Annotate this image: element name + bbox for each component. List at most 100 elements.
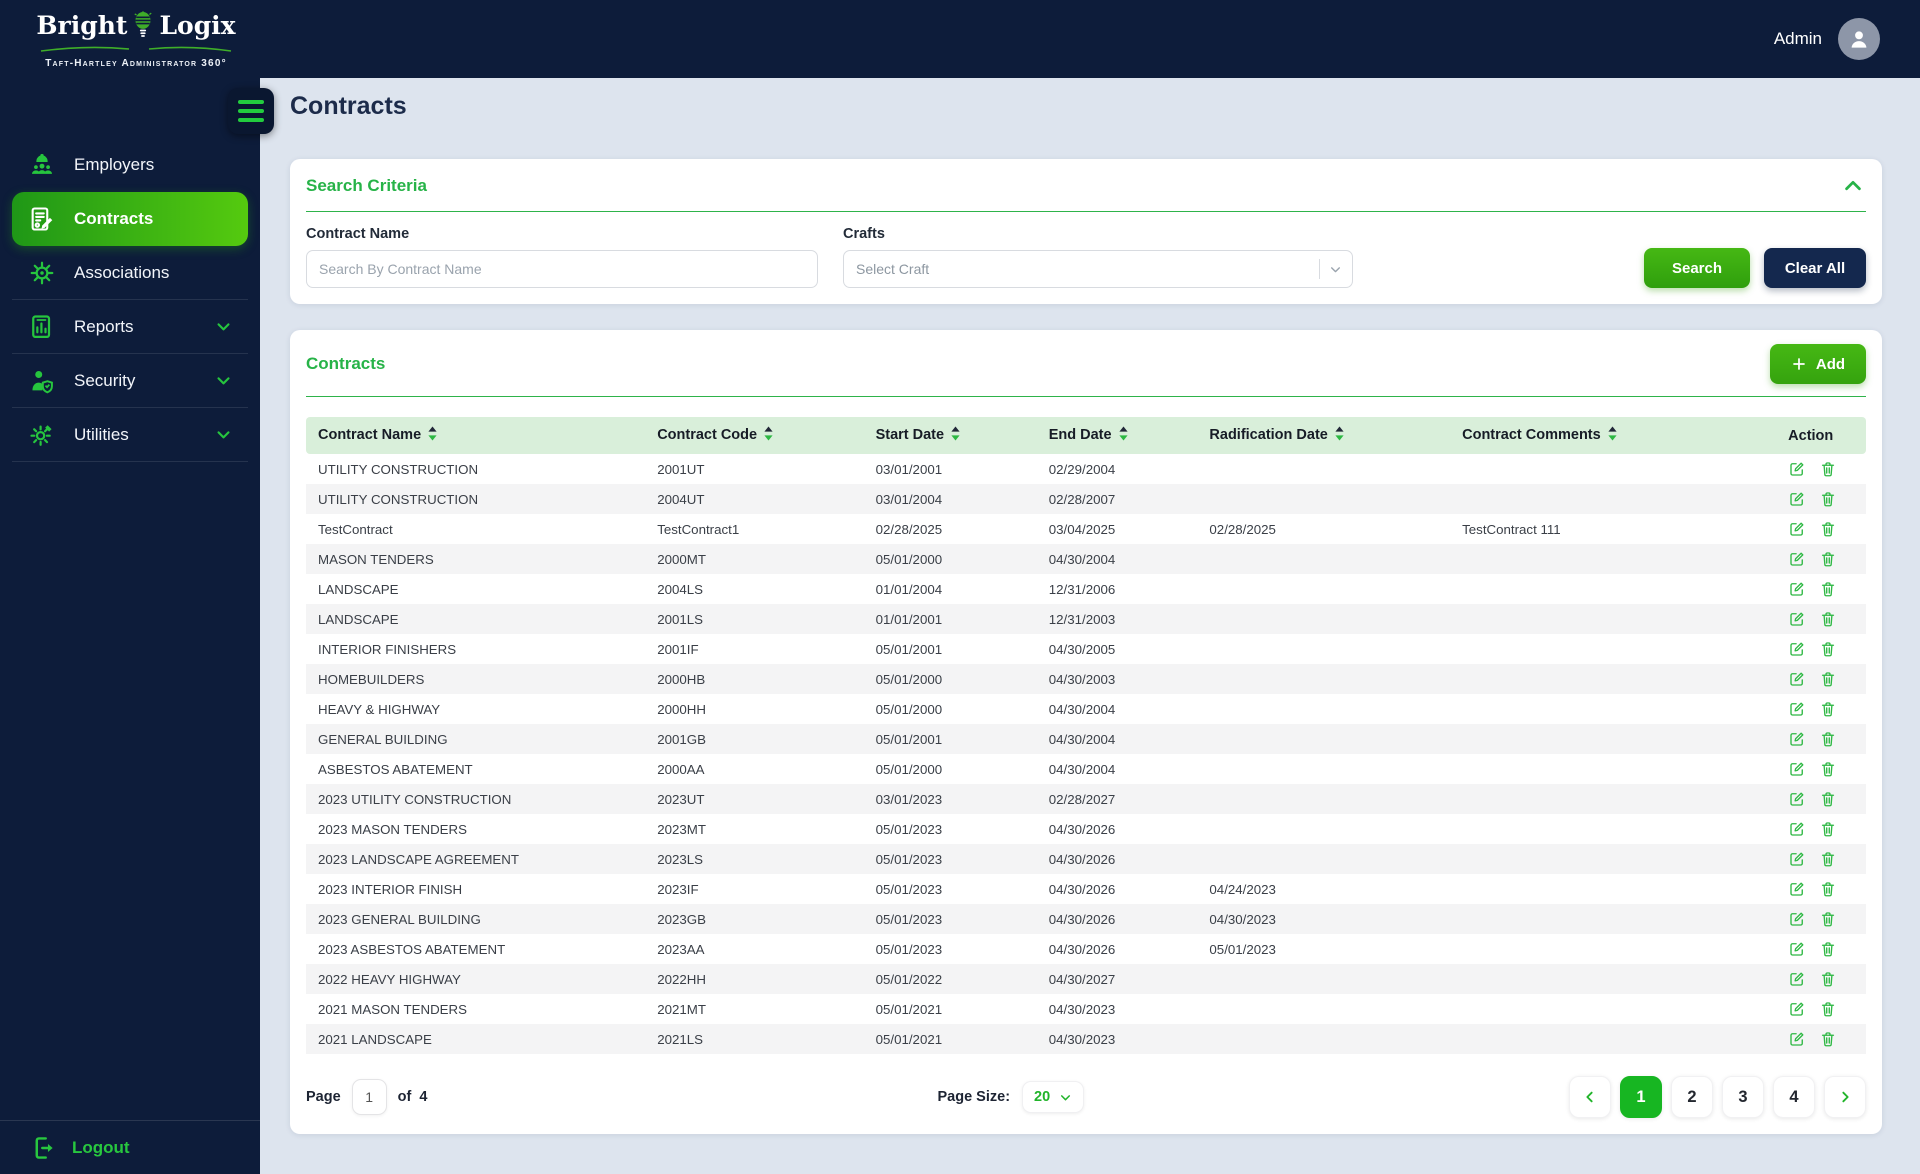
- collapse-panel-button[interactable]: [1840, 173, 1866, 199]
- edit-button[interactable]: [1788, 460, 1806, 478]
- edit-button[interactable]: [1788, 550, 1806, 568]
- delete-button[interactable]: [1819, 550, 1837, 568]
- cell-contract-name: HEAVY & HIGHWAY: [318, 701, 441, 717]
- clear-all-button[interactable]: Clear All: [1764, 248, 1866, 288]
- contract-name-input[interactable]: [306, 250, 818, 288]
- edit-button[interactable]: [1788, 970, 1806, 988]
- edit-button[interactable]: [1788, 700, 1806, 718]
- employers-icon: [28, 151, 56, 179]
- page-label: Page: [306, 1089, 341, 1105]
- edit-button[interactable]: [1788, 610, 1806, 628]
- sidebar-item-utilities[interactable]: Utilities: [12, 408, 248, 462]
- sidebar-item-reports[interactable]: Reports: [12, 300, 248, 354]
- delete-button[interactable]: [1819, 520, 1837, 538]
- edit-button[interactable]: [1788, 520, 1806, 538]
- delete-button[interactable]: [1819, 490, 1837, 508]
- sidebar-item-label: Security: [74, 370, 136, 390]
- sidebar-item-security[interactable]: Security: [12, 354, 248, 408]
- edit-button[interactable]: [1788, 820, 1806, 838]
- chevron-down-icon: [1329, 263, 1342, 276]
- column-header-contract-comments[interactable]: Contract Comments: [1454, 417, 1781, 454]
- edit-button[interactable]: [1788, 580, 1806, 598]
- user-menu[interactable]: Admin: [1774, 18, 1880, 60]
- page-button-4[interactable]: 4: [1773, 1076, 1815, 1118]
- avatar[interactable]: [1838, 18, 1880, 60]
- edit-button[interactable]: [1788, 1000, 1806, 1018]
- delete-button[interactable]: [1819, 850, 1837, 868]
- sidebar-item-label: Reports: [74, 316, 134, 336]
- current-page-input[interactable]: [351, 1079, 387, 1115]
- cell-contract-comments: [1454, 844, 1780, 874]
- cell-radification-date: [1201, 994, 1454, 1024]
- table-row: 2023 INTERIOR FINISH 2023IF 05/01/2023 04/3…: [306, 874, 1866, 904]
- column-header-radification-date[interactable]: Radification Date: [1201, 417, 1455, 454]
- delete-button[interactable]: [1819, 1030, 1837, 1048]
- logout-button[interactable]: Logout: [0, 1120, 260, 1174]
- main-content: Contracts Search Criteria Contract Name …: [260, 78, 1920, 1174]
- column-header-contract-code[interactable]: Contract Code: [649, 417, 868, 454]
- cell-contract-name: 2023 ASBESTOS ABATEMENT: [318, 941, 506, 957]
- delete-button[interactable]: [1819, 700, 1837, 718]
- crafts-select[interactable]: Select Craft: [843, 250, 1353, 288]
- cell-start-date: 01/01/2004: [875, 581, 943, 597]
- delete-button[interactable]: [1819, 790, 1837, 808]
- delete-button[interactable]: [1819, 670, 1837, 688]
- delete-button[interactable]: [1819, 970, 1837, 988]
- delete-button[interactable]: [1819, 610, 1837, 628]
- delete-button[interactable]: [1819, 880, 1837, 898]
- trash-icon: [1819, 910, 1837, 928]
- cell-end-date: 12/31/2006: [1048, 581, 1116, 597]
- edit-button[interactable]: [1788, 670, 1806, 688]
- page-button-2[interactable]: 2: [1671, 1076, 1713, 1118]
- edit-button[interactable]: [1788, 790, 1806, 808]
- edit-button[interactable]: [1788, 940, 1806, 958]
- edit-button[interactable]: [1788, 880, 1806, 898]
- brand-underline: [36, 39, 236, 57]
- edit-button[interactable]: [1788, 1030, 1806, 1048]
- hamburger-menu-button[interactable]: [228, 88, 274, 134]
- next-page-button[interactable]: [1824, 1076, 1866, 1118]
- page-button-1[interactable]: 1: [1620, 1076, 1662, 1118]
- trash-icon: [1819, 460, 1837, 478]
- cell-end-date: 02/28/2007: [1048, 491, 1116, 507]
- logout-icon: [30, 1134, 58, 1162]
- edit-button[interactable]: [1788, 730, 1806, 748]
- cell-contract-name: 2023 MASON TENDERS: [318, 821, 468, 837]
- column-header-contract-name[interactable]: Contract Name: [306, 417, 650, 454]
- delete-button[interactable]: [1819, 910, 1837, 928]
- chevron-down-icon: [215, 372, 232, 389]
- column-header-end-date[interactable]: End Date: [1040, 417, 1202, 454]
- delete-button[interactable]: [1819, 580, 1837, 598]
- delete-button[interactable]: [1819, 940, 1837, 958]
- delete-button[interactable]: [1819, 760, 1837, 778]
- delete-button[interactable]: [1819, 640, 1837, 658]
- delete-button[interactable]: [1819, 460, 1837, 478]
- edit-button[interactable]: [1788, 490, 1806, 508]
- table-row: INTERIOR FINISHERS 2001IF 05/01/2001 04/30/…: [306, 634, 1866, 664]
- edit-button[interactable]: [1788, 910, 1806, 928]
- column-header-start-date[interactable]: Start Date: [867, 417, 1041, 454]
- edit-button[interactable]: [1788, 760, 1806, 778]
- edit-icon: [1788, 820, 1806, 838]
- action-cell: [1780, 604, 1866, 634]
- sidebar-item-employers[interactable]: Employers: [12, 138, 248, 192]
- delete-button[interactable]: [1819, 1000, 1837, 1018]
- cell-contract-name: 2021 LANDSCAPE: [318, 1031, 432, 1047]
- page-size-select[interactable]: 20: [1022, 1081, 1085, 1113]
- delete-button[interactable]: [1819, 820, 1837, 838]
- add-button[interactable]: Add: [1770, 344, 1866, 384]
- crafts-label: Crafts: [843, 226, 885, 242]
- search-button[interactable]: Search: [1644, 248, 1750, 288]
- page-button-3[interactable]: 3: [1722, 1076, 1764, 1118]
- cell-contract-comments: [1454, 574, 1780, 604]
- previous-page-button[interactable]: [1569, 1076, 1611, 1118]
- edit-button[interactable]: [1788, 850, 1806, 868]
- cell-start-date: 05/01/2001: [875, 731, 943, 747]
- sidebar-item-associations[interactable]: Associations: [12, 246, 248, 300]
- contracts-title: Contracts: [306, 354, 386, 373]
- sidebar-item-contracts[interactable]: Contracts: [12, 192, 248, 246]
- cell-end-date: 04/30/2003: [1048, 671, 1116, 687]
- delete-button[interactable]: [1819, 730, 1837, 748]
- edit-icon: [1788, 550, 1806, 568]
- edit-button[interactable]: [1788, 640, 1806, 658]
